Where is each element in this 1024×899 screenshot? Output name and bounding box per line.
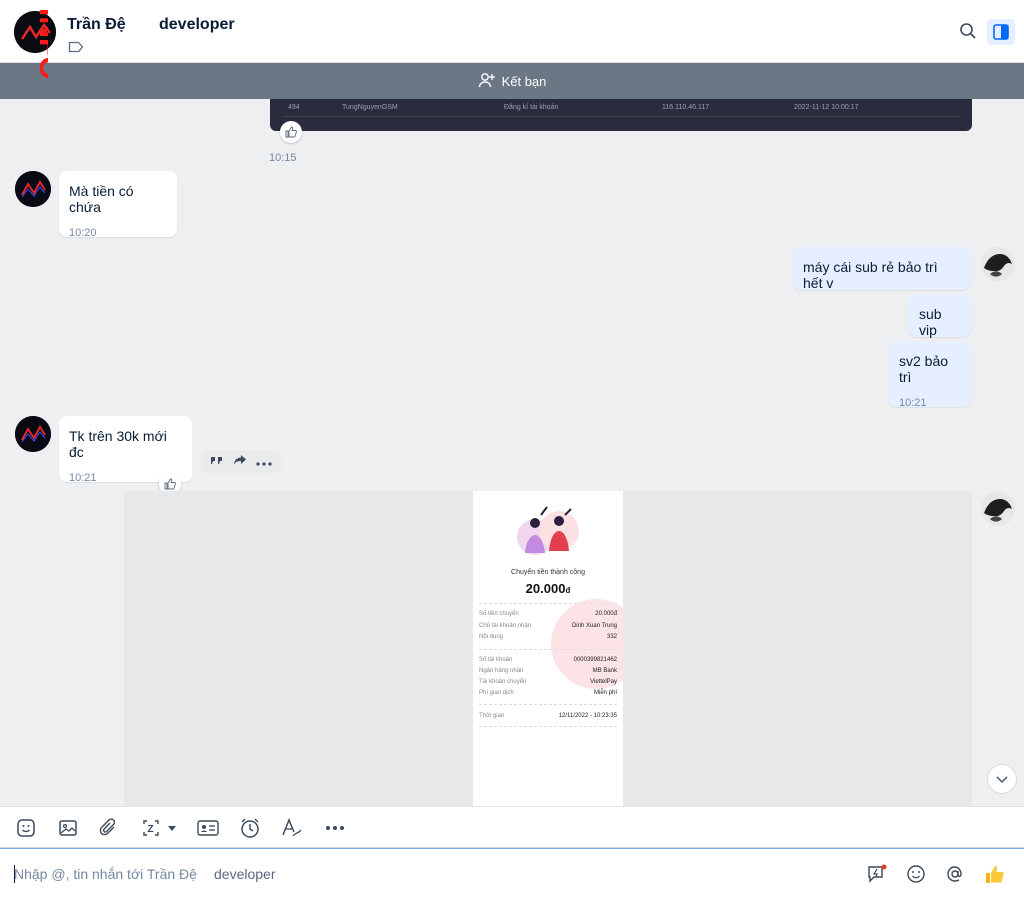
sender-avatar[interactable] [15, 171, 51, 207]
cell-ip: 116.110.46.117 [662, 104, 710, 111]
info-watermark-logo: INFO [12, 0, 66, 120]
more-icon[interactable] [256, 453, 272, 471]
composer-toolbar: Z [0, 806, 1024, 848]
screenshot-icon[interactable]: Z [140, 817, 180, 839]
receipt-illustration [517, 506, 579, 555]
message-time: 10:15 [269, 152, 297, 164]
message-list[interactable]: 494 TungNguyenGSM Đăng kí tài khoản 116.… [0, 99, 1024, 806]
contact-name-suffix: developer [159, 16, 235, 33]
cell-user: TungNguyenGSM [342, 104, 398, 111]
receipt-row: Ngân hàng nhận MB Bank [479, 668, 617, 674]
message-actions [201, 451, 281, 473]
svg-text:INFO: INFO [33, 8, 48, 80]
contact-name[interactable]: Trần Đệ [67, 16, 126, 34]
search-icon[interactable] [959, 22, 977, 45]
image-icon[interactable] [57, 817, 79, 839]
receipt-row: Phí giao dịch Miễn phí [479, 690, 617, 696]
message-text: Tk trên 30k mới đc [69, 428, 167, 460]
contact-card-icon[interactable] [197, 817, 219, 839]
receipt-row: Thời gian 12/11/2022 - 10:23:35 [479, 713, 617, 719]
receipt-row: Nội dung 332 [479, 634, 617, 640]
composer: developer [0, 848, 1024, 899]
text-format-icon[interactable] [281, 817, 303, 839]
scroll-to-bottom-button[interactable] [987, 764, 1017, 794]
message-bubble-outgoing[interactable]: sub vip [908, 294, 971, 338]
receipt-row: Chủ tài khoản nhận Dinh Xuan Trung [479, 623, 617, 629]
forward-icon[interactable] [233, 453, 247, 471]
emoji-icon[interactable] [905, 863, 927, 885]
add-friend-bar[interactable]: Kết bạn [0, 63, 1024, 99]
sticker-icon[interactable] [15, 817, 37, 839]
my-avatar[interactable] [980, 246, 1016, 282]
quick-message-icon[interactable] [866, 863, 888, 885]
more-icon[interactable] [324, 817, 346, 839]
cell-datetime: 2022-11-12 10:00:17 [794, 104, 859, 111]
mention-icon[interactable] [944, 863, 966, 885]
label-tag-icon[interactable] [68, 40, 84, 58]
message-text: sv2 bảo trì [899, 353, 949, 385]
message-bubble-outgoing[interactable]: máy cái sub rẻ bảo trì hết v [792, 247, 971, 291]
message-bubble-incoming[interactable]: Tk trên 30k mới đc 10:21 [59, 416, 192, 484]
cell-id: 494 [288, 104, 300, 111]
transfer-receipt: Chuyển tiền thành công 20.000đ Số tiền c… [473, 491, 623, 806]
message-bubble-incoming[interactable]: Mà tiền có chứa 10:20 [59, 171, 177, 239]
react-like-button[interactable] [280, 121, 302, 143]
add-user-icon [478, 71, 496, 92]
my-avatar[interactable] [980, 491, 1016, 527]
divider [479, 704, 617, 705]
chat-header: Trần Đệ developer [0, 0, 1024, 63]
receipt-amount: 20.000đ [525, 581, 571, 596]
message-input[interactable] [14, 863, 574, 885]
add-friend-label[interactable]: Kết bạn [502, 74, 547, 89]
message-text: Mà tiền có chứa [69, 183, 134, 215]
placeholder-suffix: developer [214, 866, 276, 882]
message-text: máy cái sub rẻ bảo trì hết v [803, 259, 938, 291]
divider [479, 603, 617, 604]
cell-action: Đăng kí tài khoản [504, 104, 559, 111]
attachment-icon[interactable] [98, 817, 120, 839]
receipt-row: Số tài khoản 0000399821462 [479, 657, 617, 663]
divider [479, 726, 617, 727]
divider [479, 649, 617, 650]
image-message-receipt[interactable]: Chuyển tiền thành công 20.000đ Số tiền c… [124, 491, 972, 806]
table-row: 494 TungNguyenGSM Đăng kí tài khoản 116.… [282, 99, 960, 117]
message-text: sub vip [919, 306, 942, 338]
receipt-row: Số tiền chuyển 20.000đ [479, 611, 617, 617]
sidebar-toggle-icon[interactable] [987, 19, 1015, 45]
receipt-title: Chuyển tiền thành công [511, 569, 585, 576]
quote-icon[interactable] [210, 453, 224, 471]
image-message-top[interactable]: 494 TungNguyenGSM Đăng kí tài khoản 116.… [270, 99, 972, 131]
message-time: 10:21 [899, 397, 927, 409]
svg-text:Z: Z [148, 824, 154, 835]
receipt-row: Tài khoản chuyển ViettelPay [479, 679, 617, 685]
message-time: 10:20 [69, 227, 97, 239]
reminder-icon[interactable] [239, 817, 261, 839]
sender-avatar[interactable] [15, 416, 51, 452]
message-bubble-outgoing[interactable]: sv2 bảo trì 10:21 [888, 341, 971, 409]
thumbs-up-icon[interactable] [984, 863, 1006, 885]
